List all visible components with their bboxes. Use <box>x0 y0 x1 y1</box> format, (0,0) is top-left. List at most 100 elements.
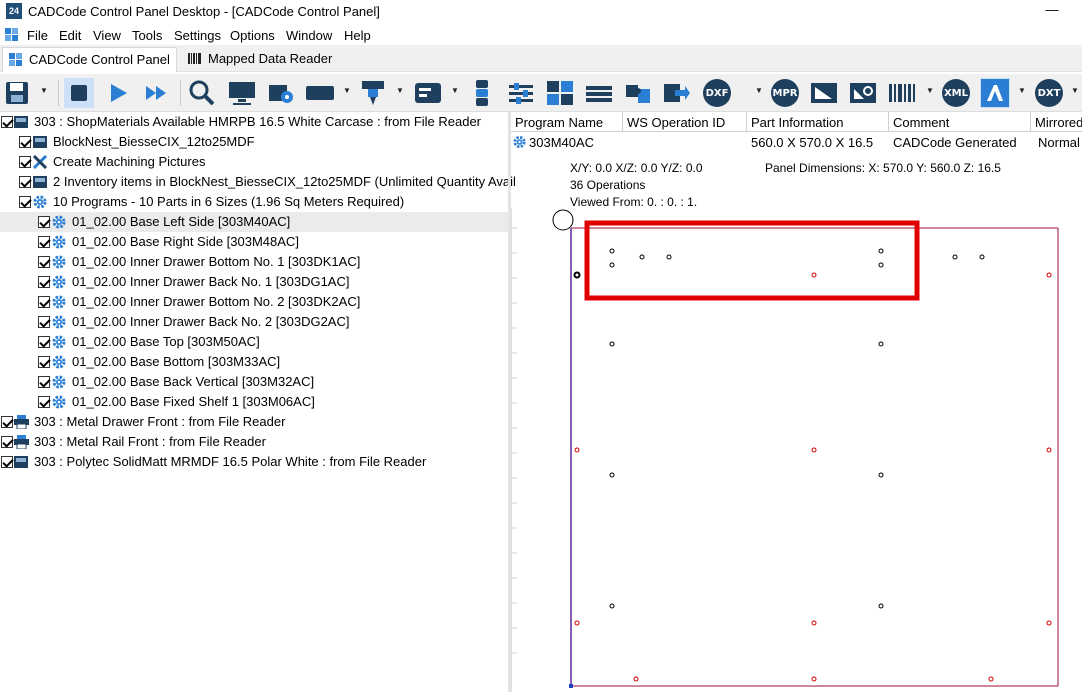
control-panel-icon <box>9 53 22 66</box>
tab-mapped-data-reader[interactable]: Mapped Data Reader <box>182 47 338 72</box>
menu-window[interactable]: Window <box>286 28 332 43</box>
puzzle-button[interactable] <box>623 78 653 108</box>
layers-button[interactable] <box>584 78 614 108</box>
machine-button[interactable] <box>358 78 388 108</box>
column-comment[interactable]: Comment <box>889 112 1031 132</box>
export-icon <box>664 84 690 102</box>
menu-help[interactable]: Help <box>344 28 371 43</box>
menu-settings[interactable]: Settings <box>174 28 221 43</box>
row-checkbox[interactable] <box>19 176 31 188</box>
save-dropdown-arrow[interactable]: ▼ <box>40 86 48 96</box>
table-row[interactable]: 303M40AC 560.0 X 570.0 X 16.5 CADCode Ge… <box>511 132 1082 152</box>
panel-dimensions: Panel Dimensions: X: 570.0 Y: 560.0 Z: 1… <box>765 161 1001 175</box>
nesting-button[interactable] <box>545 78 575 108</box>
export-button[interactable] <box>662 78 692 108</box>
fast-forward-button[interactable] <box>141 78 171 108</box>
dxf-dropdown-arrow[interactable]: ▼ <box>755 86 763 96</box>
row-checkbox[interactable] <box>38 296 50 308</box>
sequence-button[interactable] <box>467 78 497 108</box>
label-dropdown-arrow[interactable]: ▼ <box>451 86 459 96</box>
tree-row-program-303DG1AC[interactable]: 01_02.00 Inner Drawer Back No. 1 [303DG1… <box>0 272 508 292</box>
tree-row-polytec-mrmdf[interactable]: 303 : Polytec SolidMatt MRMDF 16.5 Polar… <box>0 452 508 472</box>
column-program-name[interactable]: Program Name <box>511 112 623 132</box>
tree-row-material-hmrpb[interactable]: 303 : ShopMaterials Available HMRPB 16.5… <box>0 112 508 132</box>
menu-options[interactable]: Options <box>230 28 275 43</box>
tab-cadcode-control-panel[interactable]: CADCode Control Panel <box>2 47 177 72</box>
row-checkbox[interactable] <box>38 356 50 368</box>
row-checkbox[interactable] <box>38 336 50 348</box>
tree-row-program-303M32AC[interactable]: 01_02.00 Base Back Vertical [303M32AC] <box>0 372 508 392</box>
open-location-button[interactable] <box>266 78 296 108</box>
tree-row-blocknest[interactable]: BlockNest_BiesseCIX_12to25MDF <box>0 132 508 152</box>
tree-row-program-303M48AC[interactable]: 01_02.00 Base Right Side [303M48AC] <box>0 232 508 252</box>
puzzle-icon <box>626 85 650 103</box>
row-checkbox[interactable] <box>1 436 13 448</box>
panel-drawing[interactable] <box>511 208 1082 692</box>
printer-icon <box>14 415 29 429</box>
bricscad-dropdown-arrow[interactable]: ▼ <box>1018 86 1026 96</box>
tree-row-program-303DK1AC[interactable]: 01_02.00 Inner Drawer Bottom No. 1 [303D… <box>0 252 508 272</box>
settings-sliders-button[interactable] <box>506 78 536 108</box>
row-checkbox[interactable] <box>38 396 50 408</box>
panel-dropdown-arrow[interactable]: ▼ <box>343 86 351 96</box>
row-checkbox[interactable] <box>19 156 31 168</box>
dxt-button[interactable]: DXT <box>1034 78 1064 108</box>
panel-button[interactable] <box>305 78 335 108</box>
tree-row-program-303M06AC[interactable]: 01_02.00 Base Fixed Shelf 1 [303M06AC] <box>0 392 508 412</box>
row-checkbox[interactable] <box>19 196 31 208</box>
column-part-information[interactable]: Part Information <box>747 112 889 132</box>
run-button[interactable] <box>103 78 133 108</box>
row-checkbox[interactable] <box>1 456 13 468</box>
barcode-button[interactable] <box>887 78 917 108</box>
menu-view[interactable]: View <box>93 28 121 43</box>
bricscad-button[interactable] <box>980 78 1010 108</box>
cell-program-name: 303M40AC <box>529 135 595 150</box>
main-toolbar: ▼ ▼ ▼ ▼ DXF ▼ MPR ▼ XML ▼ DXT ▼ <box>0 74 1082 112</box>
dxf-button[interactable]: DXF <box>702 78 732 108</box>
row-checkbox[interactable] <box>38 316 50 328</box>
drawing-search-button[interactable] <box>848 78 878 108</box>
drawing-button[interactable] <box>809 78 839 108</box>
save-button[interactable] <box>2 78 32 108</box>
mpr-button[interactable]: MPR <box>770 78 800 108</box>
row-checkbox[interactable] <box>38 276 50 288</box>
tree-row-metal-drawer-front[interactable]: 303 : Metal Drawer Front : from File Rea… <box>0 412 508 432</box>
monitor-icon <box>229 82 255 105</box>
xml-button[interactable]: XML <box>941 78 971 108</box>
dxt-dropdown-arrow[interactable]: ▼ <box>1071 86 1079 96</box>
document-tabs: CADCode Control Panel Mapped Data Reader <box>0 45 1082 72</box>
menu-file[interactable]: File <box>27 28 48 43</box>
monitor-data-button[interactable] <box>227 78 257 108</box>
window-title: CADCode Control Panel Desktop - [CADCode… <box>28 4 380 19</box>
fast-forward-icon <box>146 86 166 100</box>
minimize-button[interactable]: — <box>1040 2 1064 20</box>
row-checkbox[interactable] <box>1 116 13 128</box>
search-button[interactable] <box>187 78 217 108</box>
row-checkbox[interactable] <box>38 236 50 248</box>
machine-dropdown-arrow[interactable]: ▼ <box>396 86 404 96</box>
printer-icon <box>14 435 29 449</box>
mdi-window-icon[interactable] <box>5 28 19 41</box>
row-checkbox[interactable] <box>1 416 13 428</box>
row-checkbox[interactable] <box>38 376 50 388</box>
row-checkbox[interactable] <box>38 216 50 228</box>
tree-row-inventory[interactable]: 2 Inventory items in BlockNest_BiesseCIX… <box>0 172 516 192</box>
gear-icon <box>52 375 66 389</box>
menu-tools[interactable]: Tools <box>132 28 162 43</box>
row-checkbox[interactable] <box>19 136 31 148</box>
stop-button[interactable] <box>64 78 94 108</box>
tree-row-program-303M50AC[interactable]: 01_02.00 Base Top [303M50AC] <box>0 332 508 352</box>
row-checkbox[interactable] <box>38 256 50 268</box>
tree-row-program-303M40AC[interactable]: 01_02.00 Base Left Side [303M40AC] <box>0 212 508 232</box>
tree-row-create-pictures[interactable]: Create Machining Pictures <box>0 152 508 172</box>
column-ws-operation-id[interactable]: WS Operation ID <box>623 112 747 132</box>
tree-row-program-303DK2AC[interactable]: 01_02.00 Inner Drawer Bottom No. 2 [303D… <box>0 292 508 312</box>
tree-row-program-303DG2AC[interactable]: 01_02.00 Inner Drawer Back No. 2 [303DG2… <box>0 312 508 332</box>
tree-row-metal-rail-front[interactable]: 303 : Metal Rail Front : from File Reade… <box>0 432 508 452</box>
barcode-dropdown-arrow[interactable]: ▼ <box>926 86 934 96</box>
tree-row-programs[interactable]: 10 Programs - 10 Parts in 6 Sizes (1.96 … <box>0 192 508 212</box>
tree-row-program-303M33AC[interactable]: 01_02.00 Base Bottom [303M33AC] <box>0 352 508 372</box>
column-mirrored[interactable]: Mirrored <box>1031 112 1082 132</box>
menu-edit[interactable]: Edit <box>59 28 81 43</box>
label-button[interactable] <box>413 78 443 108</box>
